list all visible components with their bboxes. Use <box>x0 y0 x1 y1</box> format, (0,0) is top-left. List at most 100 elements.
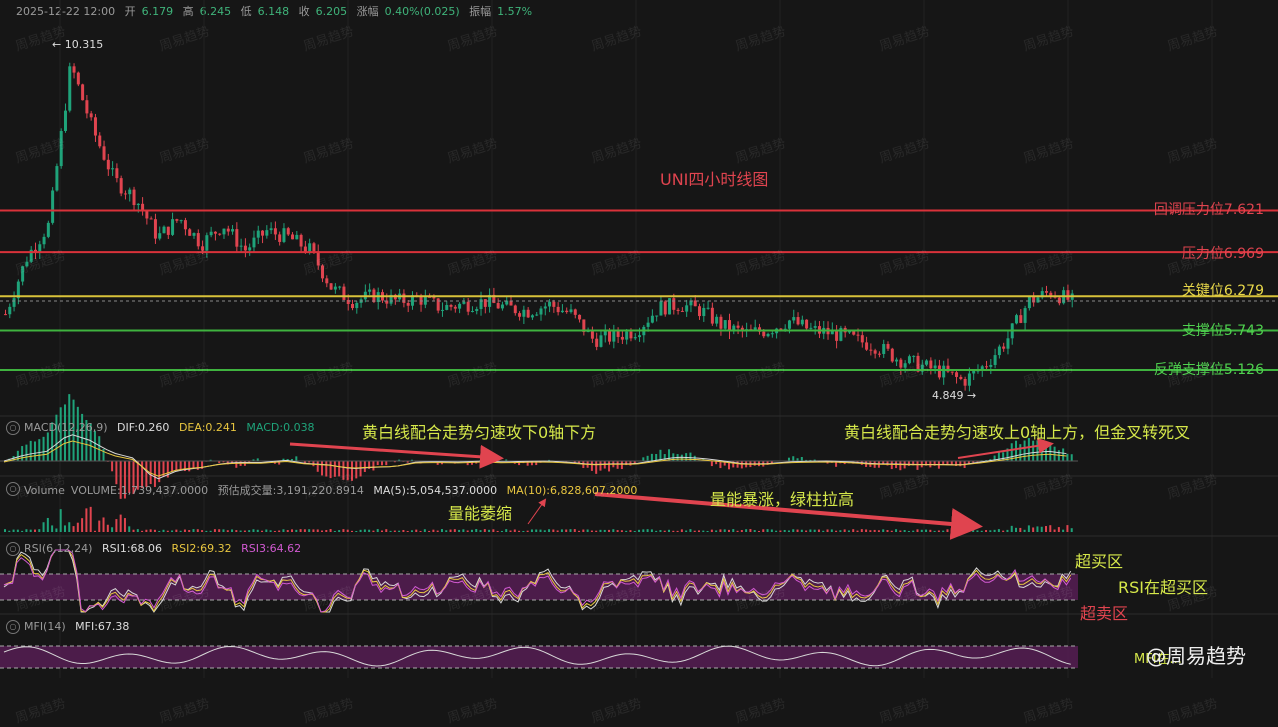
volume-bar <box>77 523 79 532</box>
annotation-rsi-in-overbought: RSI在超买区 <box>1118 574 1208 598</box>
volume-bar <box>420 531 422 532</box>
volume-bar <box>737 531 739 532</box>
candle-body <box>544 306 547 308</box>
volume-bar <box>599 530 601 532</box>
macd-bar <box>899 461 901 470</box>
annotation-volume-surge: 量能暴涨，绿柱拉高 <box>710 486 854 510</box>
volume-bar <box>21 531 23 532</box>
watermark: 周易趋势 <box>732 692 787 726</box>
volume-bar <box>779 531 781 532</box>
volume-bar <box>492 529 494 532</box>
volume-bar <box>788 530 790 532</box>
macd-bar <box>317 461 319 472</box>
candle-body <box>972 371 975 374</box>
volume-bar <box>908 531 910 532</box>
volume-bar <box>629 530 631 532</box>
candle-body <box>300 235 303 247</box>
volume-bar <box>51 525 53 532</box>
macd-bar <box>115 461 117 484</box>
candle-body <box>111 168 114 169</box>
level-label-2: 关键位6.279 <box>1182 280 1264 300</box>
chart-title: UNI四小时线图 <box>660 166 768 190</box>
candle-body <box>929 360 932 368</box>
volume-ma10: MA(10):6,828,607.2000 <box>507 484 638 497</box>
mfi-settings-icon[interactable]: ○ <box>6 620 20 634</box>
candle-body <box>454 307 457 309</box>
candle-body <box>38 244 41 251</box>
candle-body <box>107 160 110 170</box>
volume-bar <box>252 529 254 532</box>
volume-bar <box>1002 531 1004 532</box>
volume-bar <box>98 521 100 532</box>
annotation-macd-right: 黄白线配合走势匀速攻上0轴上方，但金叉转死叉 <box>844 419 1190 443</box>
candle-body <box>899 360 902 368</box>
candle-body <box>244 246 247 251</box>
volume-bar <box>1045 526 1047 532</box>
candle-body <box>1058 298 1061 304</box>
annotation-oversold: 超卖区 <box>1080 600 1128 624</box>
volume-bar <box>1071 528 1073 532</box>
volume-bar <box>437 531 439 532</box>
annotation-volume-shrink: 量能萎缩 <box>448 500 512 524</box>
volume-bar <box>754 530 756 532</box>
volume-bar <box>587 530 589 532</box>
volume-bar <box>1011 526 1013 532</box>
candle-body <box>501 305 504 309</box>
volume-bar <box>664 531 666 532</box>
volume-bar <box>608 530 610 532</box>
volume-bar <box>938 530 940 532</box>
volume-bar <box>668 530 670 532</box>
volume-settings-icon[interactable]: ○ <box>6 482 20 496</box>
macd-bar <box>60 407 62 461</box>
rsi-settings-icon[interactable]: ○ <box>6 542 20 556</box>
volume-bar <box>184 530 186 532</box>
candle-body <box>205 235 208 250</box>
volume-bar <box>120 515 122 532</box>
candle-body <box>137 204 140 205</box>
volume-bar <box>985 530 987 532</box>
macd-bar <box>334 461 336 477</box>
volume-bar <box>852 529 854 532</box>
volume-bar <box>274 531 276 532</box>
volume-label: Volume <box>24 484 65 497</box>
candle-body <box>985 366 988 367</box>
candle-body <box>925 360 928 364</box>
volume-bar <box>214 529 216 532</box>
kline-chart[interactable] <box>0 0 1278 678</box>
volume-bar <box>64 525 66 532</box>
volume-bar <box>248 530 250 532</box>
volume-bar <box>981 531 983 532</box>
macd-bar <box>792 456 794 461</box>
macd-bar <box>959 461 961 466</box>
brand-logo: @周易趋势 <box>1146 640 1246 669</box>
candle-body <box>4 314 7 315</box>
macd-bar <box>668 449 670 461</box>
volume-bar <box>282 529 284 532</box>
macd-settings-icon[interactable]: ○ <box>6 421 20 435</box>
candle-body <box>1002 347 1005 349</box>
volume-bar <box>775 531 777 532</box>
watermark: 周易趋势 <box>588 692 643 726</box>
volume-bar <box>415 530 417 532</box>
candle-body <box>882 344 885 354</box>
mfi-header: MFI(14) MFI:67.38 <box>24 620 135 633</box>
volume-bar <box>916 529 918 532</box>
volume-bar <box>115 519 117 532</box>
candle-body <box>994 355 997 365</box>
candle-body <box>548 302 551 307</box>
volume-bar <box>544 530 546 532</box>
volume-bar <box>278 530 280 532</box>
volume-bar <box>377 529 379 532</box>
candle-body <box>857 335 860 336</box>
macd-bar <box>30 441 32 461</box>
candle-body <box>402 294 405 303</box>
volume-bar <box>882 529 884 532</box>
candle-body <box>248 247 251 250</box>
volume-bar <box>874 530 876 532</box>
candle-body <box>715 317 718 324</box>
macd-bar <box>642 457 644 461</box>
volume-bar <box>797 530 799 532</box>
candle-body <box>647 323 650 327</box>
volume-bar <box>698 530 700 532</box>
candle-body <box>1015 315 1018 323</box>
